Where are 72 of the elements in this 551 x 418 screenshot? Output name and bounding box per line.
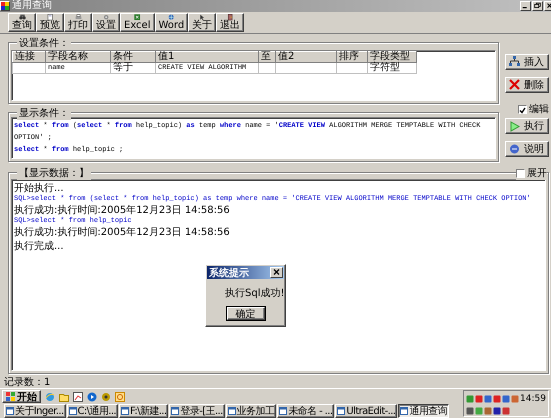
window-icon xyxy=(337,407,346,415)
column-header[interactable]: 值2 xyxy=(276,52,336,62)
column-header[interactable]: 条件 xyxy=(110,52,156,62)
windows-logo-icon xyxy=(6,392,15,401)
taskbar-button[interactable]: 登录-[王... xyxy=(169,404,225,418)
toolbar-button[interactable]: 预览 xyxy=(36,13,64,32)
browser-icon[interactable] xyxy=(45,392,55,402)
clock-icon[interactable] xyxy=(115,392,125,402)
run-button[interactable]: 执行 xyxy=(505,118,549,134)
group-label: 【显示数据：】 xyxy=(17,166,91,180)
start-button[interactable]: 开始 xyxy=(2,390,41,403)
toolbar-button[interactable]: 关于 xyxy=(188,13,216,32)
folder-icon[interactable] xyxy=(59,392,69,402)
tree-icon xyxy=(509,56,520,67)
toolbar-button[interactable]: 查询 xyxy=(8,13,36,32)
dialog-message: 执行Sql成功! xyxy=(225,286,284,300)
toolbar-button[interactable]: Word xyxy=(154,13,188,32)
column-header[interactable]: 值1 xyxy=(156,52,258,62)
media-player-icon[interactable] xyxy=(87,392,97,402)
table-cell: 字符型 xyxy=(368,62,416,74)
play-icon xyxy=(509,120,520,132)
toolbar-button[interactable]: 打印 xyxy=(64,13,92,32)
clock: 14:59 xyxy=(520,394,546,404)
unchecked-checkbox[interactable] xyxy=(516,168,525,178)
taskbar-button[interactable]: F:\新建... xyxy=(119,404,168,418)
spreadsheet-icon xyxy=(132,14,143,21)
log-line: 执行完成... xyxy=(14,240,64,253)
column-header[interactable]: 连接 xyxy=(12,52,46,62)
toolbar-button[interactable]: 退出 xyxy=(216,13,244,32)
log-line: 执行成功:执行时间:2005年12月23日 14:58:56 xyxy=(14,226,230,239)
checked-checkbox[interactable] xyxy=(518,104,527,114)
taskbar-button[interactable]: 未命名 - ... xyxy=(277,404,334,418)
dialog-title: 系统提示 xyxy=(209,266,249,280)
toolbar-button[interactable]: 设置 xyxy=(92,13,120,32)
window-icon xyxy=(68,407,77,415)
binoculars-icon xyxy=(16,14,28,21)
taskbar-button[interactable]: UltraEdit-... xyxy=(335,404,398,418)
delete-button[interactable]: 删除 xyxy=(505,76,549,92)
window-icon xyxy=(400,407,408,415)
log-line: 执行成功:执行时间:2005年12月23日 14:58:56 xyxy=(14,204,230,216)
minimize-icon[interactable] xyxy=(520,1,531,11)
insert-button[interactable]: 插入 xyxy=(505,54,549,70)
ok-button[interactable]: 确定 xyxy=(226,307,264,320)
window-icon xyxy=(6,407,14,415)
toolbar-button[interactable]: Excel xyxy=(120,13,154,32)
table-cell: 等于 xyxy=(110,62,156,74)
checkmark-icon xyxy=(519,106,526,114)
group-label: 显示条件： xyxy=(17,106,71,120)
window-icon xyxy=(228,407,236,415)
document-icon xyxy=(44,14,56,21)
chart-icon[interactable] xyxy=(73,392,83,402)
window-icon xyxy=(121,407,129,415)
window-title: 通用查询 xyxy=(12,0,52,12)
restore-icon[interactable] xyxy=(532,1,543,11)
column-header[interactable]: 字段名称 xyxy=(46,52,110,62)
checkbox-label[interactable]: 编辑 xyxy=(529,102,549,116)
column-header[interactable]: 至 xyxy=(258,52,276,62)
taskbar-button[interactable]: C:\通用... xyxy=(66,404,118,418)
taskbar-button[interactable]: 关于Inger... xyxy=(4,404,66,418)
window-icon xyxy=(171,407,180,415)
record-count: 记录数：1 xyxy=(4,377,52,388)
column-header[interactable]: 字段类型 xyxy=(368,52,416,62)
window-icon xyxy=(279,407,288,415)
cross-icon xyxy=(509,79,520,90)
printer-icon xyxy=(72,14,84,21)
column-header[interactable]: 排序 xyxy=(336,52,368,62)
close-icon[interactable] xyxy=(270,267,283,278)
taskbar-button[interactable]: 通用查询 xyxy=(398,404,449,418)
help-button[interactable]: 说明 xyxy=(505,141,549,157)
log-line: 开始执行... xyxy=(14,182,64,194)
group-label: 设置条件： xyxy=(17,36,71,50)
taskbar-button[interactable]: 业务加工 xyxy=(226,404,276,418)
